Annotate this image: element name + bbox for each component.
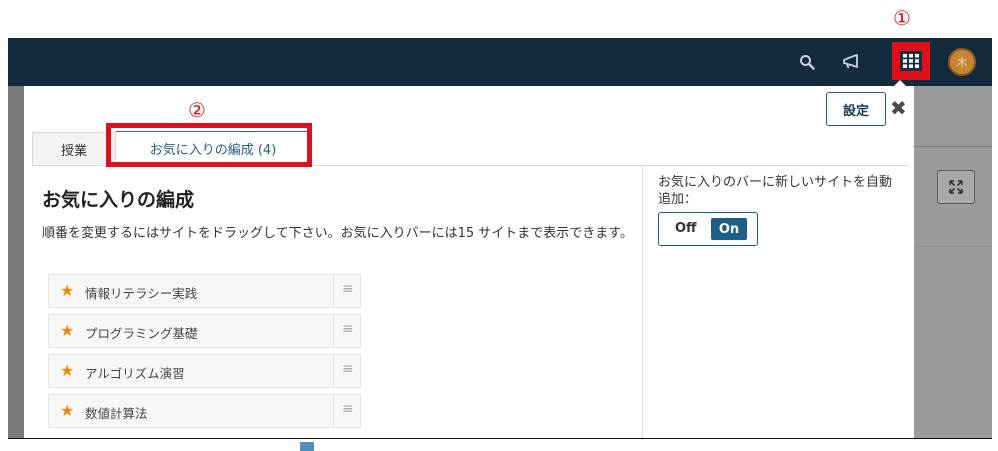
favorite-item[interactable]: ★ アルゴリズム演習 ≡ — [48, 354, 361, 388]
drag-handle-icon[interactable]: ≡ — [342, 401, 354, 417]
panel-pointer — [892, 80, 908, 88]
search-icon[interactable] — [795, 50, 819, 74]
tab-courses[interactable]: 授業 — [32, 132, 116, 165]
auto-add-toggle[interactable]: Off On — [658, 212, 758, 246]
bottom-border — [8, 438, 992, 439]
expand-icon[interactable] — [937, 170, 975, 204]
page-background-right — [906, 86, 992, 438]
toggle-on-option[interactable]: On — [711, 218, 747, 240]
instructions-text: 順番を変更するにはサイトをドラッグして下さい。お気に入りバーには15 サイトまで… — [42, 226, 633, 241]
favorite-item[interactable]: ★ プログラミング基礎 ≡ — [48, 314, 361, 348]
top-navigation-bar: 木 — [8, 38, 992, 86]
auto-add-label: お気に入りのバーに新しいサイトを自動追加： — [658, 175, 893, 207]
star-icon[interactable]: ★ — [60, 322, 74, 340]
toggle-off-option[interactable]: Off — [675, 221, 697, 236]
favorite-name: プログラミング基礎 — [85, 326, 198, 341]
page-title: お気に入りの編成 — [42, 189, 195, 211]
favorite-item[interactable]: ★ 数値計算法 ≡ — [48, 394, 361, 428]
favorite-name: アルゴリズム演習 — [85, 366, 185, 381]
megaphone-icon[interactable] — [839, 50, 863, 74]
drag-handle-icon[interactable]: ≡ — [342, 281, 354, 297]
star-icon[interactable]: ★ — [60, 402, 74, 420]
page-background-left — [8, 86, 24, 438]
highlight-frame — [106, 123, 312, 167]
apps-grid-icon — [900, 51, 922, 71]
drag-handle-icon[interactable]: ≡ — [342, 361, 354, 377]
settings-button[interactable]: 設定 — [826, 92, 886, 126]
column-divider — [642, 166, 643, 438]
apps-grid-button[interactable] — [892, 42, 930, 80]
favorite-name: 数値計算法 — [85, 406, 148, 421]
annotation-marker-1: ① — [893, 6, 911, 30]
star-icon[interactable]: ★ — [60, 362, 74, 380]
star-icon[interactable]: ★ — [60, 282, 74, 300]
favorite-name: 情報リテラシー実践 — [85, 286, 198, 301]
close-icon[interactable]: ✖ — [890, 96, 907, 120]
avatar[interactable]: 木 — [948, 48, 976, 76]
bottom-scroll-indicator — [300, 442, 314, 451]
favorite-item[interactable]: ★ 情報リテラシー実践 ≡ — [48, 274, 361, 308]
annotation-marker-2: ② — [188, 98, 206, 122]
drag-handle-icon[interactable]: ≡ — [342, 321, 354, 337]
